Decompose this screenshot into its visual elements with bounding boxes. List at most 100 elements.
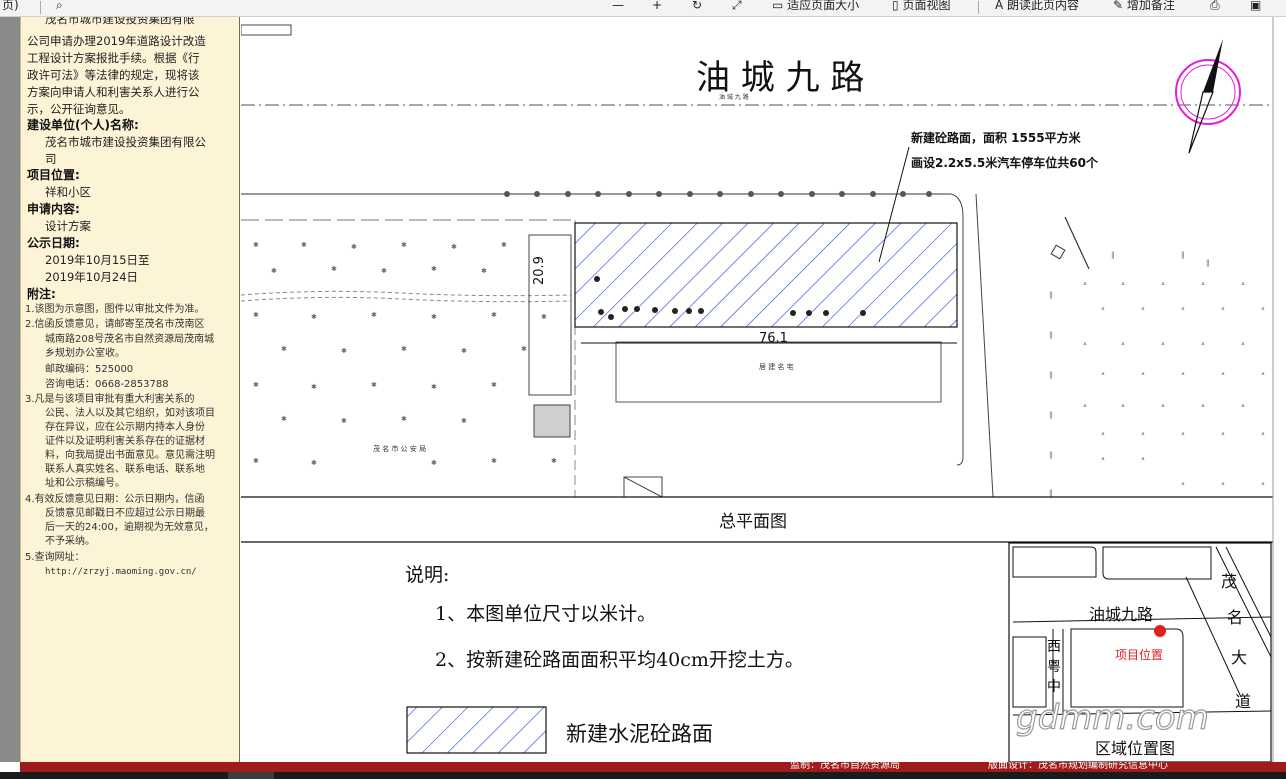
new-concrete-area [574, 222, 958, 328]
svg-text:✱: ✱ [253, 241, 259, 249]
note-item: 不予采纳。 [45, 536, 95, 547]
svg-text:✱: ✱ [341, 417, 347, 425]
fit-page-icon: ▭ [772, 0, 784, 12]
svg-text:ᐞ: ᐞ [1201, 281, 1205, 289]
svg-text:ᐞ: ᐞ [1161, 341, 1165, 349]
read-aloud-label: 朗读此页内容 [1007, 0, 1080, 12]
svg-text:✱: ✱ [541, 313, 547, 321]
intro-line: 工程设计方案报批手续。根据《行 [27, 51, 200, 65]
fit-page-button[interactable]: ▭ 适应页面大小 [772, 0, 859, 13]
toolbar-divider [40, 1, 41, 14]
svg-text:✱: ✱ [431, 383, 437, 391]
intro-line: 政许可法》等法律的规定，现将该 [27, 68, 200, 82]
svg-text:ᐞ: ᐞ [1261, 431, 1265, 439]
note-item: 城南路208号茂名市自然资源局茂南城 [45, 334, 215, 345]
zoom-in-icon[interactable]: + [652, 0, 662, 13]
builder-label: 建设单位(个人)名称: [27, 118, 139, 132]
svg-text:‖: ‖ [1206, 259, 1210, 267]
svg-text:‖: ‖ [1049, 489, 1053, 497]
svg-text:✱: ✱ [431, 265, 437, 273]
svg-text:✱: ✱ [351, 243, 357, 251]
page-view-label: 页面视图 [902, 0, 951, 12]
zoom-out-icon[interactable]: — [612, 0, 624, 13]
print-icon[interactable]: ⎙ [1210, 0, 1220, 13]
map-road-label: 中 [1047, 679, 1061, 695]
svg-text:‖: ‖ [1049, 451, 1053, 459]
page-margin [0, 17, 20, 762]
map-road-label: 大 [1231, 648, 1247, 667]
date-from: 2019年10月15日至 [45, 253, 150, 267]
svg-text:ᐞ: ᐞ [1241, 281, 1245, 289]
add-note-button[interactable]: ✎ 增加备注 [1113, 0, 1175, 13]
map-road-label: 道 [1235, 692, 1251, 711]
svg-text:ᐞ: ᐞ [1221, 306, 1225, 314]
notes-heading: 说明: [405, 564, 449, 586]
note-item: 址和公示稿编号。 [45, 478, 125, 489]
postcode: 邮政编码：525000 [45, 364, 134, 375]
svg-text:‖: ‖ [1049, 331, 1053, 339]
map-road-label: 茂 [1221, 572, 1237, 591]
svg-text:✱: ✱ [381, 267, 387, 275]
read-aloud-button[interactable]: A 朗读此页内容 [995, 0, 1079, 13]
svg-text:✱: ✱ [501, 241, 507, 249]
note-line: 2、按新建砼路面面积平均40cm开挖土方。 [435, 649, 804, 671]
svg-text:ᐞ: ᐞ [1121, 341, 1125, 349]
builder-value: 茂名市城市建设投资集团有限公 [45, 135, 206, 149]
svg-text:ᐞ: ᐞ [1101, 306, 1105, 314]
toolbar-divider [978, 1, 979, 14]
svg-text:✱: ✱ [281, 415, 287, 423]
rotate-icon[interactable]: ↻ [692, 0, 702, 13]
svg-text:‖: ‖ [1049, 371, 1053, 379]
svg-text:ᐞ: ᐞ [1221, 431, 1225, 439]
intro-line: 方案向申请人和利害关系人进行公 [27, 85, 200, 99]
length-dimension: 76.1 [759, 331, 788, 346]
page-indicator: 页) [2, 0, 19, 12]
svg-text:✱: ✱ [311, 383, 317, 391]
location-label: 项目位置: [27, 168, 80, 182]
svg-text:✱: ✱ [281, 345, 287, 353]
map-road-label: 粤 [1047, 659, 1061, 675]
svg-text:ᐞ: ᐞ [1141, 371, 1145, 379]
svg-text:✱: ✱ [311, 313, 317, 321]
project-location-marker [1154, 625, 1166, 637]
notes-label: 附注: [27, 287, 56, 301]
taskbar-active-app[interactable] [228, 772, 274, 779]
svg-text:✱: ✱ [521, 345, 527, 353]
footer-producer: 监制：茂名市自然资源局 [790, 762, 900, 771]
viewer-toolbar: 页) ⌕ — + ↻ ⤢ ▭ 适应页面大小 ▯ 页面视图 A 朗读此页内容 ✎ … [0, 0, 1286, 17]
svg-text:ᐞ: ᐞ [1201, 341, 1205, 349]
svg-text:✱: ✱ [341, 347, 347, 355]
note-item: 3.凡是与该项目审批有重大利害关系的 [25, 394, 195, 405]
svg-text:ᐞ: ᐞ [1181, 306, 1185, 314]
website-link[interactable]: http://zrzyj.maoming.gov.cn/ [45, 566, 239, 579]
intro-line: 茂名市城市建设投资集团有限 [45, 17, 195, 26]
save-icon[interactable]: ▣ [1250, 0, 1261, 13]
plan-title: 总平面图 [719, 512, 787, 532]
svg-text:✱: ✱ [401, 241, 407, 249]
svg-text:ᐞ: ᐞ [1261, 481, 1265, 489]
search-icon[interactable]: ⌕ [56, 0, 63, 13]
page-view-icon: ▯ [892, 0, 899, 12]
location-value: 祥和小区 [45, 185, 91, 199]
svg-text:ᐞ: ᐞ [1221, 481, 1225, 489]
pen-icon: ✎ [1113, 0, 1124, 12]
road-label-small: 油 城 九 路 [719, 93, 749, 101]
road-title: 油 城 九 路 [696, 58, 864, 98]
page-view-button[interactable]: ▯ 页面视图 [892, 0, 950, 13]
note-item: 联系人真实姓名、联系电话、联系地 [45, 464, 205, 475]
svg-text:ᐞ: ᐞ [1241, 341, 1245, 349]
add-note-label: 增加备注 [1126, 0, 1175, 12]
svg-text:✱: ✱ [371, 311, 377, 319]
intro-line: 公司申请办理2019年道路设计改造 [27, 34, 206, 48]
fullscreen-icon[interactable]: ⤢ [732, 0, 742, 13]
svg-text:✱: ✱ [253, 311, 259, 319]
area-annotation: 新建砼路面，面积 1555平方米 [911, 130, 1082, 145]
svg-text:‖: ‖ [1049, 411, 1053, 419]
note-item: 5.查询网址： [25, 552, 85, 563]
svg-text:✱: ✱ [311, 459, 317, 467]
svg-text:ᐞ: ᐞ [1121, 403, 1125, 411]
svg-text:✱: ✱ [253, 457, 259, 465]
svg-text:ᐞ: ᐞ [1221, 371, 1225, 379]
map-road-label: 油城九路 [1089, 605, 1153, 624]
date-to: 2019年10月24日 [45, 270, 139, 284]
